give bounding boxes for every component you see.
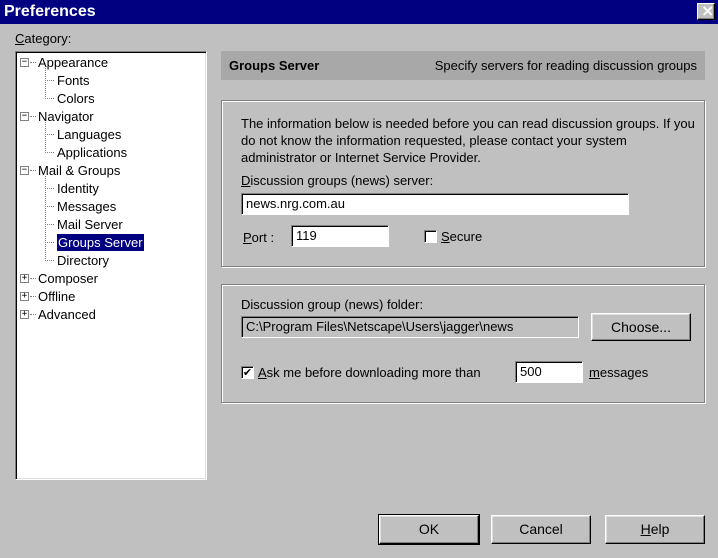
tree-connector <box>30 278 36 279</box>
tree-connector <box>45 98 54 99</box>
tree-item-label: Navigator <box>38 109 94 124</box>
expand-icon[interactable]: + <box>20 310 29 319</box>
info-text: The information below is needed before y… <box>241 116 695 165</box>
tree-connector <box>45 224 54 225</box>
folder-path-field: C:\Program Files\Netscape\Users\jagger\n… <box>241 316 579 338</box>
tree-item-label: Applications <box>57 145 128 160</box>
tree-item[interactable]: + Offline <box>16 288 204 305</box>
tree-connector <box>45 260 54 261</box>
collapse-icon[interactable]: − <box>20 112 29 121</box>
secure-checkbox[interactable] <box>424 230 437 243</box>
tree-item-label: Fonts <box>57 73 90 88</box>
tree-item[interactable]: + Advanced <box>16 306 204 323</box>
tree-connector <box>30 314 36 315</box>
tree-item[interactable]: + Composer <box>16 270 204 287</box>
messages-label: messages <box>589 365 649 380</box>
message-count-input[interactable]: 500 <box>515 361 583 383</box>
tree-connector <box>45 188 54 189</box>
ask-before-download-checkbox[interactable]: ✔ <box>241 366 254 379</box>
folder-label: Discussion group (news) folder: <box>241 297 424 312</box>
tree-item-label: Languages <box>57 127 122 142</box>
tree-item-label: Groups Server <box>57 234 144 251</box>
ask-before-download-label: Ask me before downloading more than <box>258 365 481 380</box>
tree-item-label: Colors <box>57 91 95 106</box>
close-icon: × <box>701 1 715 20</box>
choose-folder-button[interactable]: Choose... <box>591 313 691 341</box>
title-bar: Preferences × <box>0 0 718 24</box>
server-label: Discussion groups (news) server: <box>241 173 434 188</box>
tree-item-label: Mail & Groups <box>38 163 121 178</box>
window-title: Preferences <box>4 3 96 20</box>
panel-description: Specify servers for reading discussion g… <box>434 58 697 73</box>
tree-connector <box>45 152 54 153</box>
check-icon: ✔ <box>242 366 253 379</box>
tree-item-label: Mail Server <box>57 217 123 232</box>
tree-connector <box>45 242 54 243</box>
tree-item-label: Identity <box>57 181 99 196</box>
tree-item-label: Appearance <box>38 55 109 70</box>
tree-connector <box>45 134 54 135</box>
port-input[interactable]: 119 <box>291 225 389 247</box>
tree-connector <box>30 116 36 117</box>
expand-icon[interactable]: + <box>20 274 29 283</box>
tree-connector <box>45 206 54 207</box>
cancel-button[interactable]: Cancel <box>491 515 591 544</box>
tree-item-label: Messages <box>57 199 117 214</box>
tree-connector <box>45 80 54 81</box>
port-label: Port : <box>243 230 275 245</box>
category-tree[interactable]: − Appearance Fonts Colors − Navigator Language… <box>15 51 207 480</box>
tree-item-label: Offline <box>38 289 76 304</box>
panel-title: Groups Server <box>229 58 320 73</box>
collapse-icon[interactable]: − <box>20 166 29 175</box>
tree-item-label: Composer <box>38 271 98 286</box>
tree-connector <box>30 170 36 171</box>
ok-button[interactable]: OK <box>378 514 480 545</box>
tree-item-label: Directory <box>57 253 110 268</box>
expand-icon[interactable]: + <box>20 292 29 301</box>
tree-connector <box>30 296 36 297</box>
close-button[interactable]: × <box>697 1 715 20</box>
tree-connector <box>30 62 36 63</box>
tree-connector <box>45 122 46 153</box>
collapse-icon[interactable]: − <box>20 58 29 67</box>
tree-connector <box>45 68 46 99</box>
category-label: Category: <box>15 31 72 46</box>
server-input[interactable]: news.nrg.com.au <box>241 193 629 215</box>
tree-connector <box>45 176 46 261</box>
secure-label: Secure <box>441 229 483 244</box>
tree-item-label: Advanced <box>38 307 96 322</box>
panel-header: Groups Server Specify servers for readin… <box>221 51 705 80</box>
help-button[interactable]: Help <box>605 515 705 544</box>
